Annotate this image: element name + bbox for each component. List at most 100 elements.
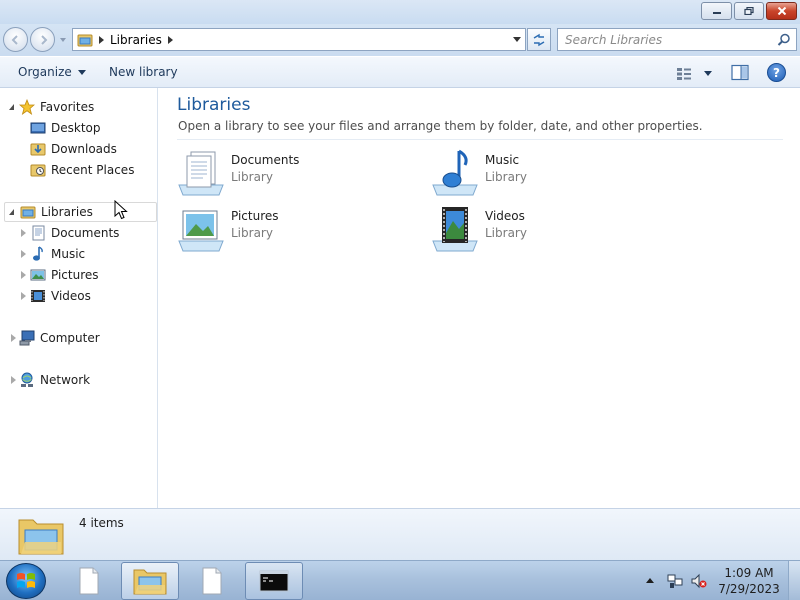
breadcrumb-libraries[interactable]: Libraries xyxy=(110,33,162,47)
library-name: Pictures xyxy=(231,209,279,223)
network-icon xyxy=(21,372,33,387)
system-clock[interactable]: 1:09 AM 7/29/2023 xyxy=(716,565,782,597)
nav-pictures[interactable]: Pictures xyxy=(30,265,99,285)
videos-expander-icon[interactable] xyxy=(21,292,26,300)
library-name: Videos xyxy=(485,209,525,223)
taskbar-item-command-prompt[interactable] xyxy=(245,562,303,600)
forward-arrow-icon xyxy=(40,34,47,45)
nav-network-label: Network xyxy=(40,373,91,387)
blank-document-icon xyxy=(79,567,99,595)
search-input[interactable] xyxy=(558,29,768,50)
recent-pages-dropdown-icon[interactable] xyxy=(58,36,68,44)
music-expander-icon[interactable] xyxy=(21,250,26,258)
show-desktop-button[interactable] xyxy=(788,561,800,600)
refresh-icon xyxy=(533,33,545,46)
view-options-icon xyxy=(677,67,691,80)
computer-expander-icon[interactable] xyxy=(11,334,16,342)
new-library-label: New library xyxy=(109,65,178,79)
mouse-cursor-icon xyxy=(114,200,128,220)
nav-favorites[interactable]: Favorites xyxy=(19,97,94,117)
clock-date: 7/29/2023 xyxy=(718,582,780,596)
refresh-button[interactable] xyxy=(527,28,551,51)
libraries-icon xyxy=(20,206,36,219)
library-videos[interactable]: Videos Library xyxy=(431,205,661,257)
videos-icon xyxy=(31,290,45,302)
network-status-icon[interactable] xyxy=(667,573,683,589)
chevron-down-icon xyxy=(704,71,712,76)
music-icon xyxy=(33,246,43,261)
page-title: Libraries xyxy=(177,95,251,115)
documents-expander-icon[interactable] xyxy=(21,229,26,237)
search-icon[interactable] xyxy=(777,33,791,47)
start-button[interactable] xyxy=(6,563,46,599)
command-prompt-icon xyxy=(259,570,289,592)
taskbar-item-explorer[interactable] xyxy=(121,562,179,600)
address-history-dropdown-icon[interactable] xyxy=(513,37,521,42)
nav-recent-places[interactable]: Recent Places xyxy=(30,160,134,180)
library-pictures[interactable]: Pictures Library xyxy=(177,205,407,257)
nav-recent-places-label: Recent Places xyxy=(51,163,135,177)
library-music[interactable]: Music Library xyxy=(431,149,661,201)
desktop-icon xyxy=(30,122,46,134)
nav-documents[interactable]: Documents xyxy=(30,223,119,243)
search-box[interactable] xyxy=(557,28,797,51)
libraries-expander-icon[interactable] xyxy=(9,209,14,215)
pictures-expander-icon[interactable] xyxy=(21,271,26,279)
page-description: Open a library to see your files and arr… xyxy=(178,119,703,133)
nav-desktop-label: Desktop xyxy=(51,121,101,135)
show-hidden-icons-icon[interactable] xyxy=(646,578,654,583)
network-expander-icon[interactable] xyxy=(11,376,16,384)
organize-button[interactable]: Organize xyxy=(18,65,86,79)
nav-music-label: Music xyxy=(51,247,86,261)
forward-button[interactable] xyxy=(30,27,55,52)
nav-videos[interactable]: Videos xyxy=(30,286,91,306)
nav-computer[interactable]: Computer xyxy=(19,328,100,348)
taskbar-item-document-1[interactable] xyxy=(60,562,118,600)
libraries-icon xyxy=(77,34,93,46)
restore-button[interactable] xyxy=(734,2,764,20)
clock-time: 1:09 AM xyxy=(724,566,774,580)
computer-icon xyxy=(19,330,35,346)
volume-muted-icon[interactable] xyxy=(691,573,707,589)
favorites-expander-icon[interactable] xyxy=(9,104,14,110)
nav-desktop[interactable]: Desktop xyxy=(30,118,101,138)
star-icon xyxy=(19,99,35,115)
nav-libraries[interactable]: Libraries xyxy=(4,202,157,222)
breadcrumb-separator-icon[interactable] xyxy=(167,35,173,44)
explorer-icon xyxy=(133,569,167,595)
documents-library-icon xyxy=(178,151,224,196)
help-button[interactable]: ? xyxy=(767,63,786,82)
nav-music[interactable]: Music xyxy=(30,244,85,264)
nav-network[interactable]: Network xyxy=(19,370,90,390)
library-name: Music xyxy=(485,153,520,167)
organize-label: Organize xyxy=(18,65,72,79)
back-button[interactable] xyxy=(3,27,28,52)
close-button[interactable] xyxy=(766,2,797,20)
taskbar-item-document-2[interactable] xyxy=(183,562,241,600)
nav-downloads[interactable]: Downloads xyxy=(30,139,117,159)
content-pane: Libraries Open a library to see your fil… xyxy=(159,88,800,508)
change-view-button[interactable] xyxy=(676,65,716,82)
recent-places-icon xyxy=(30,164,46,177)
preview-pane-icon[interactable] xyxy=(731,64,749,81)
details-pane: 4 items xyxy=(0,508,800,560)
videos-library-icon xyxy=(432,207,478,252)
minimize-button[interactable] xyxy=(701,2,732,20)
nav-favorites-label: Favorites xyxy=(40,100,95,114)
breadcrumb-separator-icon[interactable] xyxy=(99,35,104,44)
new-library-button[interactable]: New library xyxy=(109,65,178,79)
library-documents[interactable]: Documents Library xyxy=(177,149,407,201)
item-count: 4 items xyxy=(79,516,124,530)
library-name: Documents xyxy=(231,153,300,167)
help-icon: ? xyxy=(773,65,780,80)
music-library-icon xyxy=(432,149,478,196)
documents-icon xyxy=(32,225,45,241)
nav-libraries-label: Libraries xyxy=(41,205,93,219)
address-row: Libraries xyxy=(0,24,800,56)
back-arrow-icon xyxy=(11,34,18,45)
address-bar[interactable]: Libraries xyxy=(72,28,526,51)
windows-logo-icon xyxy=(17,573,35,588)
divider xyxy=(177,139,783,140)
nav-videos-label: Videos xyxy=(51,289,91,303)
command-bar: Organize New library ? xyxy=(0,56,800,88)
